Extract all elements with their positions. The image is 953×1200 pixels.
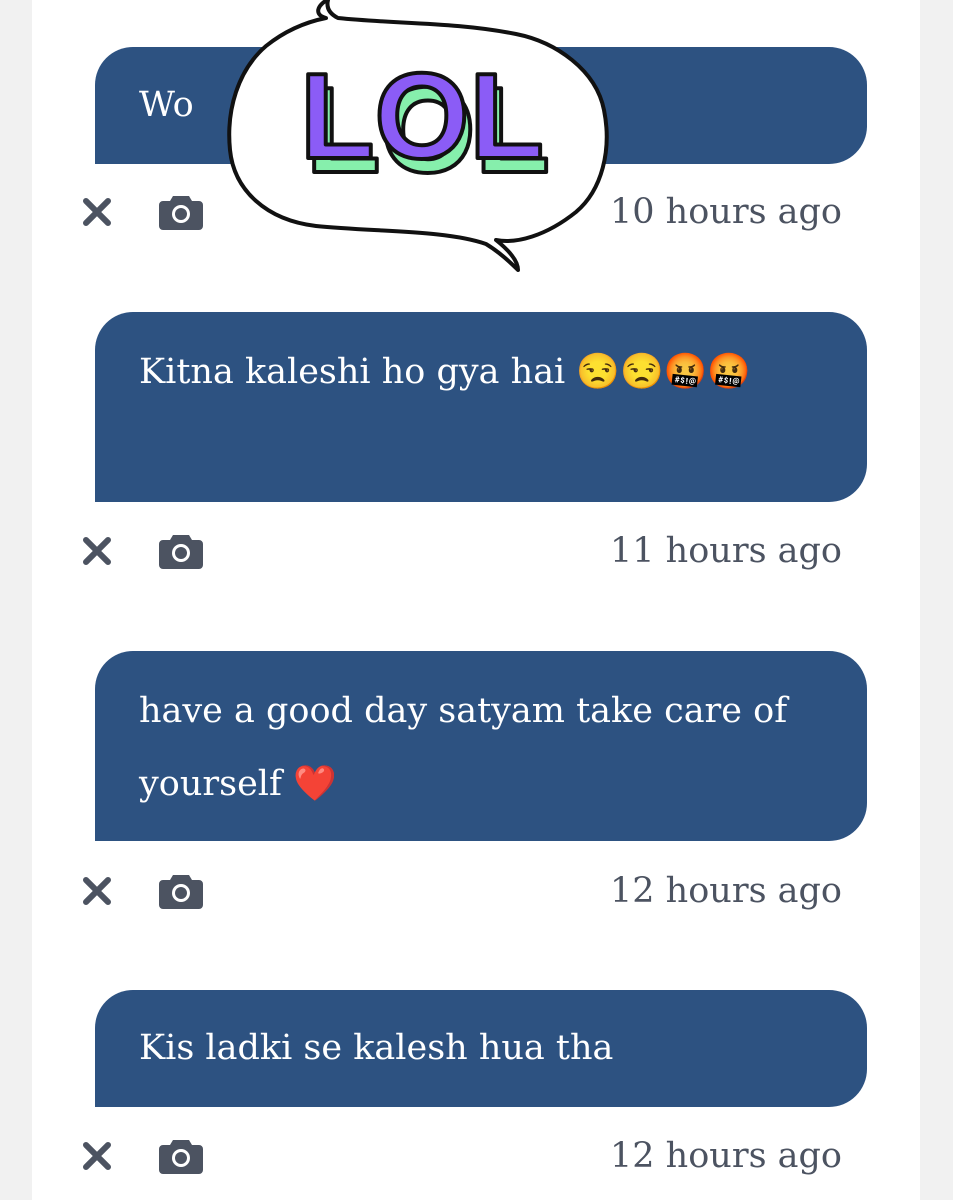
delete-button[interactable] bbox=[72, 1126, 122, 1186]
delete-button[interactable] bbox=[72, 521, 122, 581]
close-icon bbox=[83, 537, 111, 565]
lol-sticker: LOL LOL bbox=[227, 0, 609, 272]
message-text: Kis ladki se kalesh hua tha bbox=[139, 1028, 614, 1068]
message-actions: 11 hours ago bbox=[32, 521, 920, 581]
page: Wo 10 hours ago Kitna kaleshi ho gya hai… bbox=[0, 0, 953, 1200]
message-text: have a good day satyam take care of your… bbox=[139, 691, 788, 804]
message-actions: 12 hours ago bbox=[32, 861, 920, 921]
message-bubble: Kitna kaleshi ho gya hai 😒😒🤬🤬 bbox=[95, 312, 867, 502]
camera-icon bbox=[159, 875, 203, 909]
delete-button[interactable] bbox=[72, 182, 122, 242]
message-feed: Wo 10 hours ago Kitna kaleshi ho gya hai… bbox=[32, 0, 920, 1200]
camera-icon bbox=[159, 535, 203, 569]
delete-button[interactable] bbox=[72, 861, 122, 921]
message-bubble: have a good day satyam take care of your… bbox=[95, 651, 867, 841]
message-text: Kitna kaleshi ho gya hai 😒😒🤬🤬 bbox=[139, 352, 751, 392]
screenshot-button[interactable] bbox=[156, 1126, 206, 1186]
message-actions: 12 hours ago bbox=[32, 1126, 920, 1186]
message-timestamp: 10 hours ago bbox=[610, 192, 842, 232]
message-bubble: Kis ladki se kalesh hua tha bbox=[95, 990, 867, 1107]
message-timestamp: 11 hours ago bbox=[610, 531, 842, 571]
message-timestamp: 12 hours ago bbox=[610, 1136, 842, 1176]
screenshot-button[interactable] bbox=[156, 521, 206, 581]
camera-icon bbox=[159, 1140, 203, 1174]
close-icon bbox=[83, 198, 111, 226]
sticker-text: LOL bbox=[300, 48, 544, 184]
screenshot-button[interactable] bbox=[156, 182, 206, 242]
camera-icon bbox=[159, 196, 203, 230]
close-icon bbox=[83, 1142, 111, 1170]
message-timestamp: 12 hours ago bbox=[610, 871, 842, 911]
screenshot-button[interactable] bbox=[156, 861, 206, 921]
close-icon bbox=[83, 877, 111, 905]
